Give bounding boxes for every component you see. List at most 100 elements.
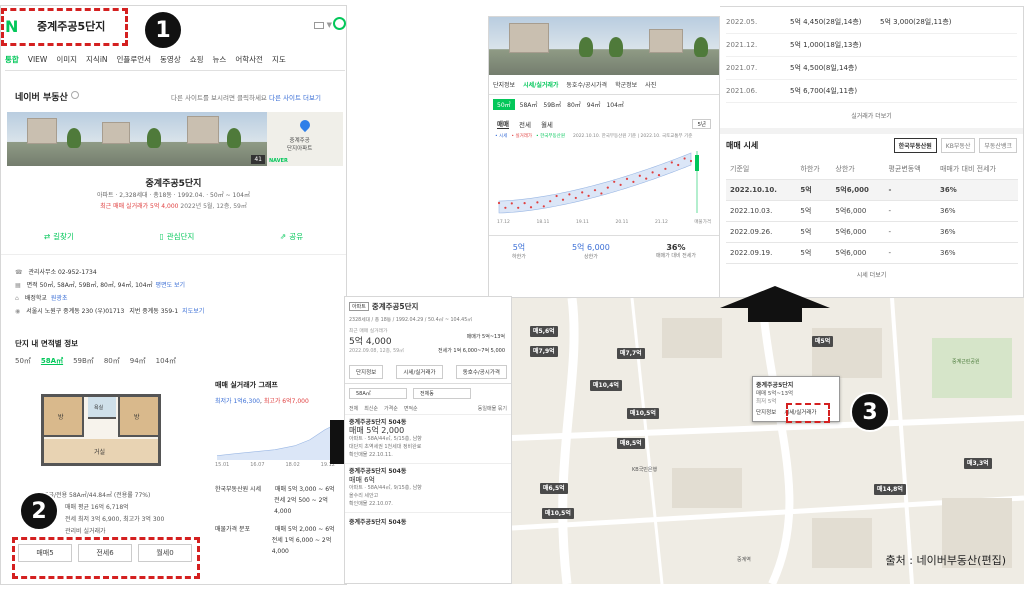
map-marker[interactable]: 매5,6억 (530, 326, 558, 338)
listing-tab-price[interactable]: 시세/실거래가 (396, 365, 443, 379)
trade-dot (568, 193, 571, 196)
tab-integrated[interactable]: 통합 (5, 54, 19, 65)
directions-button[interactable]: ⇄ 길찾기 (44, 231, 74, 242)
complex-info: 아파트 · 2,328세대 · 총18동 · 1992.04. · 50㎡ ~ … (97, 192, 250, 199)
listing-panel: 아파트 중계주공5단지 2328세대 / 총 18동 / 1992.04.29 … (344, 296, 512, 584)
tab-photo[interactable]: 사진 (645, 80, 656, 89)
trade-dot (619, 183, 622, 186)
period-select[interactable]: 5년 (692, 118, 711, 129)
size-chip-80[interactable]: 80㎡ (567, 100, 581, 109)
complex-detail-panel: 단지정보 시세/실거래가 동호수/공시가격 학군정보 사진 50㎡ 58A㎡ 5… (488, 16, 720, 298)
size-chip-59b[interactable]: 59B㎡ (543, 100, 561, 109)
tab-complex-info[interactable]: 단지정보 (493, 80, 515, 89)
share-button[interactable]: ⇗ 공유 (280, 231, 303, 242)
list-item[interactable]: 중계주공5단지 504동 (345, 512, 511, 530)
tab-shopping[interactable]: 쇼핑 (190, 54, 204, 65)
complex-photo[interactable]: 41 (7, 112, 267, 166)
trade-dot (510, 202, 513, 205)
sub-tab-jeonse[interactable]: 전세 (519, 119, 531, 129)
size-tab-58a[interactable]: 58A㎡ (41, 356, 63, 366)
list-item[interactable]: 중계주공5단지 504동 매매 5억 2,000 아파트 · 58A/44㎡, … (345, 414, 511, 463)
trade-dot (651, 171, 654, 174)
filter-type-select[interactable]: 전체동 (413, 388, 471, 399)
popup-info-button[interactable]: 단지정보 (756, 408, 776, 416)
trade-row: 2021.07. 5억 4,500(8일,14층) (726, 57, 1017, 80)
school-link[interactable]: 원광초 (51, 292, 68, 305)
price-scatter-chart[interactable] (491, 141, 719, 221)
tab-price[interactable]: 시세/실거래가 (523, 80, 558, 89)
map-marker[interactable]: 매7,9억 (530, 346, 558, 358)
chart-legend: • 시세 • 실거래가 • 한국부동산원 2022.10.10. 한국부동산원 … (495, 134, 693, 139)
source-bank-button[interactable]: 부동산뱅크 (979, 138, 1017, 153)
source-kab-button[interactable]: 한국부동산원 (893, 138, 937, 153)
naver-badge: NAVER (269, 158, 288, 164)
tab-view[interactable]: VIEW (28, 55, 48, 64)
listing-tab-unit[interactable]: 동호수/공시가격 (455, 365, 507, 379)
price-mini-chart[interactable] (215, 416, 335, 466)
info-icon[interactable] (71, 91, 79, 99)
size-chip-58a[interactable]: 58A㎡ (520, 100, 538, 109)
sub-tab-sale[interactable]: 매매 (497, 118, 509, 129)
map-marker[interactable]: 매10,4억 (590, 380, 622, 392)
trades-more-link[interactable]: 실거래가 더보기 (726, 103, 1017, 128)
tab-influencer[interactable]: 인플루언서 (117, 54, 152, 65)
size-tab-50[interactable]: 50㎡ (15, 356, 31, 366)
trade-dot (529, 206, 533, 209)
map-marker[interactable]: 매10,5억 (542, 508, 574, 520)
mini-map[interactable]: 중계주공 단지아파트 NAVER (267, 112, 343, 166)
tab-school[interactable]: 학군정보 (615, 80, 637, 89)
tab-kin[interactable]: 지식iN (86, 54, 108, 65)
real-estate-map[interactable]: 매5,6억 매7,9억 매7,7억 매10,4억 매10,5억 매8,5억 매6… (512, 298, 1024, 584)
map-marker[interactable]: 매3,3억 (964, 458, 992, 470)
market-more-link[interactable]: 시세 더보기 (720, 266, 1023, 283)
tab-image[interactable]: 이미지 (56, 54, 77, 65)
size-chip-94[interactable]: 94㎡ (587, 100, 601, 109)
tab-map[interactable]: 지도 (272, 54, 286, 65)
size-tab-94[interactable]: 94㎡ (130, 356, 146, 366)
size-tab-104[interactable]: 104㎡ (156, 356, 176, 366)
map-marker[interactable]: 매8,5억 (617, 438, 645, 450)
floor-plan[interactable]: 방 방 욕실 거실 (41, 394, 161, 466)
favorite-button[interactable]: ▯ 관심단지 (160, 231, 195, 242)
size-chip-104[interactable]: 104㎡ (606, 100, 623, 109)
search-icon[interactable] (333, 17, 346, 30)
action-bar: ⇄ 길찾기 ▯ 관심단지 ⇗ 공유 (1, 231, 346, 255)
market-table: 기준일 하한가 상한가 평균변동액 매매가 대비 전세가 2022.10.10. 5억 5억… (726, 159, 1018, 264)
floorplan-link[interactable]: 평면도 보기 (156, 279, 186, 292)
size-tab-80[interactable]: 80㎡ (104, 356, 120, 366)
trade-dot (536, 201, 539, 204)
map-marker[interactable]: 매7,7억 (617, 348, 645, 360)
other-sites-link[interactable]: 다른 사이트 더보기 (269, 94, 321, 102)
map-roads (512, 298, 1024, 584)
map-label: 중계역 (737, 557, 751, 563)
tab-news[interactable]: 뉴스 (213, 54, 227, 65)
tab-unit[interactable]: 동호수/공시가격 (566, 80, 607, 89)
chevron-down-icon[interactable]: ▼ (327, 21, 332, 29)
size-chip-50[interactable]: 50㎡ (493, 99, 515, 110)
map-view-link[interactable]: 지도보기 (182, 305, 204, 318)
trade-dot (549, 200, 552, 203)
share-icon: ⇗ (280, 232, 287, 241)
map-marker[interactable]: 매5억 (812, 336, 834, 348)
popup-price: 매매 5억~13억 (756, 391, 794, 397)
size-tab-59b[interactable]: 59B㎡ (73, 356, 94, 366)
map-marker[interactable]: 매10,5억 (627, 408, 659, 420)
list-item[interactable]: 중계주공5단지 504동 매매 6억 아파트 · 58A/44㎡, 9/15층,… (345, 463, 511, 512)
tab-dictionary[interactable]: 어학사전 (235, 54, 263, 65)
summary-low: 5억 하한가 (512, 243, 526, 260)
detail-photo[interactable] (489, 17, 719, 75)
map-marker[interactable]: 매14,8억 (874, 484, 906, 496)
tab-video[interactable]: 동영상 (160, 54, 181, 65)
trade-dot (574, 196, 577, 200)
trade-dot (517, 206, 520, 209)
source-kb-button[interactable]: KB부동산 (940, 138, 976, 153)
map-marker[interactable]: 매6,5억 (540, 483, 568, 495)
location-icon: ◉ (15, 308, 21, 315)
deal-sub-tabs: 매매 전세 월세 5년 (489, 114, 719, 133)
sub-tab-monthly[interactable]: 월세 (541, 119, 553, 129)
directions-icon: ⇄ (43, 232, 51, 241)
listing-tab-info[interactable]: 단지정보 (349, 365, 384, 379)
filter-size-select[interactable]: 58A㎡ (349, 388, 407, 399)
keyboard-icon[interactable] (314, 22, 324, 29)
table-row: 2022.10.03. 5억 5억6,000-36% (726, 200, 1018, 222)
